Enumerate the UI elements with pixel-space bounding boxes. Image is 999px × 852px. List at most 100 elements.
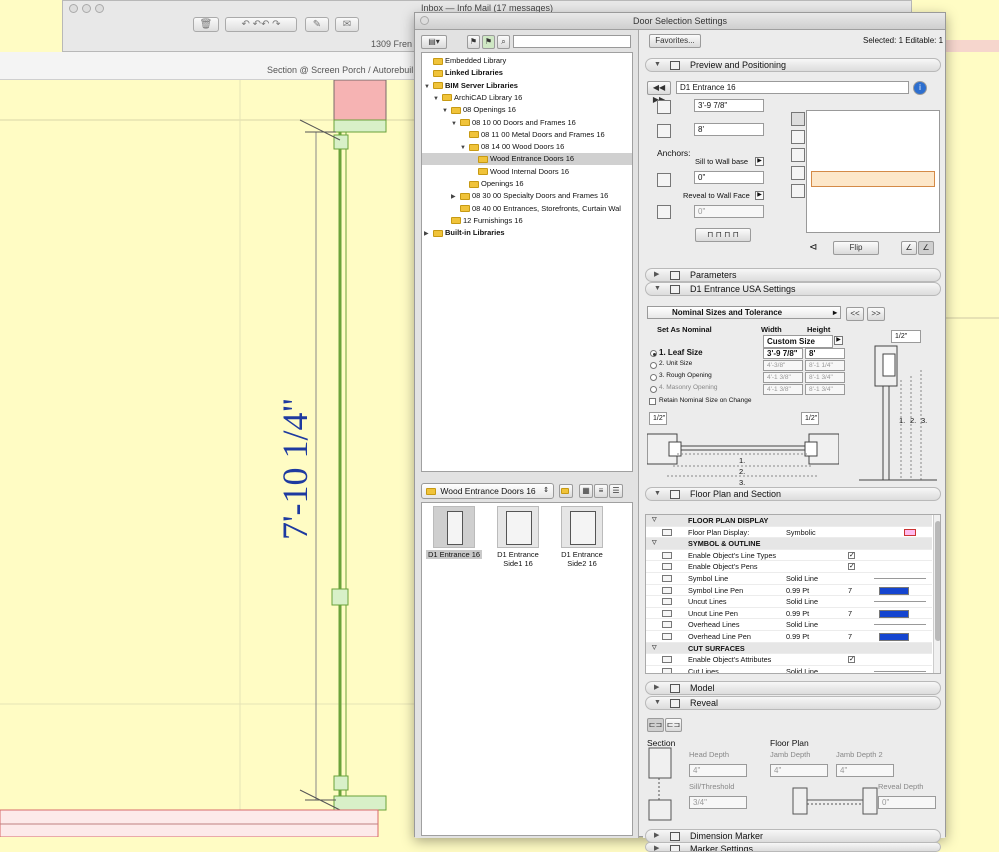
nominal-width-field[interactable]: 3'-9 7/8" — [763, 348, 803, 359]
model-panel-header[interactable]: ▶ Model — [645, 681, 941, 695]
library-search-input[interactable] — [513, 35, 631, 48]
jamb-depth2-field[interactable]: 4" — [836, 764, 894, 777]
info-button[interactable]: i — [913, 81, 927, 95]
prev-next-object-button[interactable]: ◀◀ ▶▶ — [647, 81, 671, 104]
pen-color-swatch[interactable] — [879, 633, 909, 641]
reveal-panel-header[interactable]: ▼ Reveal — [645, 696, 941, 710]
nominal-width-field[interactable]: 4'-3/8" — [763, 360, 803, 371]
setting-checkbox[interactable]: ✓ — [848, 551, 855, 559]
head-depth-field[interactable]: 4" — [689, 764, 747, 777]
nominal-width-field[interactable]: 4'-1 3/8" — [763, 384, 803, 395]
tree-item[interactable]: ▶ 08 30 00 Specialty Doors and Frames 16 — [422, 190, 632, 202]
custom-size-menu[interactable]: ▶ — [834, 336, 843, 345]
preview-mode-info-icon[interactable] — [791, 184, 805, 198]
nominal-option-radio[interactable] — [650, 386, 657, 393]
nominal-width-field[interactable]: 4'-1 3/8" — [763, 372, 803, 383]
view-mode-button[interactable]: ▤▾ — [421, 35, 447, 49]
settings-group-header[interactable]: ▽ SYMBOL & OUTLINE — [646, 538, 932, 550]
settings-row[interactable]: Floor Plan Display: Symbolic — [646, 527, 932, 539]
nominal-option-radio[interactable] — [650, 374, 657, 381]
tree-item[interactable]: Openings 16 — [422, 178, 632, 190]
settings-group-header[interactable]: ▽ CUT SURFACES — [646, 642, 932, 655]
preview-panel-header[interactable]: ▼ Preview and Positioning — [645, 58, 941, 72]
scroll-thumb[interactable] — [935, 521, 940, 641]
reply-forward-buttons[interactable]: ↶ ↶↶ ↷ — [225, 17, 297, 32]
settings-row[interactable]: Enable Object's Line Types ✓ — [646, 550, 932, 562]
collapse-arrow-icon[interactable]: ▽ — [652, 515, 657, 527]
grid-view-button[interactable]: ▦ — [579, 484, 593, 498]
tree-item[interactable]: 12 Furnishings 16 — [422, 215, 632, 227]
favorites-button[interactable]: Favorites... — [649, 34, 701, 48]
reveal-anchor-menu[interactable]: ▶ — [755, 191, 764, 200]
pen-number[interactable]: 7 — [848, 608, 852, 620]
floor-plan-section-panel-header[interactable]: ▼ Floor Plan and Section — [645, 487, 941, 501]
disclosure-arrow-icon[interactable]: ▼ — [442, 105, 451, 117]
new-folder-button[interactable] — [559, 484, 573, 498]
prev-page-button[interactable]: << — [846, 307, 864, 321]
settings-row[interactable]: Symbol Line Pen 0.99 Pt 7 — [646, 585, 932, 597]
display-mode-icon[interactable] — [904, 528, 916, 536]
nominal-height-field[interactable]: 8' — [805, 348, 845, 359]
reveal-type-b-button[interactable]: ⊏⊐ — [665, 718, 682, 732]
tree-item[interactable]: Linked Libraries — [422, 67, 632, 79]
sill-anchor-menu[interactable]: ▶ — [755, 157, 764, 166]
preview-mode-3d-icon[interactable] — [791, 112, 805, 126]
disclosure-arrow-icon[interactable]: ▼ — [424, 81, 433, 93]
jamb-depth-field[interactable]: 4" — [770, 764, 828, 777]
collapse-arrow-icon[interactable]: ▽ — [652, 643, 657, 655]
settings-row[interactable]: Symbol Line Solid Line — [646, 573, 932, 585]
nominal-option-radio[interactable] — [650, 362, 657, 369]
detail-view-button[interactable]: ☰ — [609, 484, 623, 498]
pen-number[interactable]: 7 — [848, 585, 852, 597]
setting-value[interactable]: Solid Line — [786, 666, 818, 673]
next-page-button[interactable]: >> — [867, 307, 885, 321]
tree-item[interactable]: 08 40 00 Entrances, Storefronts, Curtain… — [422, 203, 632, 215]
tree-item[interactable]: ▶ Built-in Libraries — [422, 227, 632, 239]
tree-item[interactable]: ▼ 08 Openings 16 — [422, 104, 632, 116]
opening-side-b-button[interactable]: ∠ — [918, 241, 934, 255]
object-preview[interactable] — [806, 110, 940, 233]
setting-value[interactable]: Solid Line — [786, 573, 818, 585]
custom-size-select[interactable]: Custom Size — [763, 335, 833, 348]
disclosure-arrow-icon[interactable]: ▶ — [451, 191, 460, 203]
dialog-titlebar[interactable]: Door Selection Settings — [415, 13, 945, 30]
dimension-marker-panel-header[interactable]: ▶ Dimension Marker — [645, 829, 941, 843]
setting-value[interactable]: 0.99 Pt — [786, 585, 809, 597]
sill-threshold-field[interactable]: 3/4" — [689, 796, 747, 809]
settings-row[interactable]: Overhead Lines Solid Line — [646, 619, 932, 631]
tree-item[interactable]: Embedded Library — [422, 55, 632, 67]
disclosure-arrow-icon[interactable]: ▶ — [424, 228, 433, 240]
settings-page-select[interactable]: Nominal Sizes and Tolerance ▸ — [647, 306, 841, 319]
mail-button[interactable]: ✉ — [335, 17, 359, 32]
retain-nominal-checkbox[interactable] — [649, 398, 656, 405]
flip-button[interactable]: Flip — [833, 241, 879, 255]
nominal-option-radio[interactable] — [650, 350, 657, 357]
preview-mode-section-icon[interactable] — [791, 148, 805, 162]
width-field[interactable]: 3'-9 7/8" — [694, 99, 764, 112]
object-thumbnail[interactable]: D1 Entrance Side2 16 — [554, 506, 610, 568]
marker-settings-panel-header[interactable]: ▶ Marker Settings — [645, 842, 941, 852]
library-tree[interactable]: Embedded Library Linked Libraries ▼ BIM Ser… — [421, 52, 633, 472]
settings-row[interactable]: Enable Object's Attributes ✓ — [646, 654, 932, 666]
tree-item[interactable]: Wood Entrance Doors 16 — [422, 153, 632, 166]
tree-item[interactable]: ▼ ArchiCAD Library 16 — [422, 92, 632, 104]
settings-group-header[interactable]: ▽ FLOOR PLAN DISPLAY — [646, 515, 932, 527]
tree-item[interactable]: ▼ 08 14 00 Wood Doors 16 — [422, 141, 632, 153]
folder-select[interactable]: Wood Entrance Doors 16 ⇕ — [421, 483, 554, 499]
nominal-height-field[interactable]: 8'-1 3/4" — [805, 372, 845, 383]
door-selection-dialog[interactable]: Door Selection Settings ▤▾ ⚑ ⚑ ⌕ Embedde… — [414, 12, 946, 852]
disclosure-arrow-icon[interactable]: ▼ — [460, 142, 469, 154]
parameters-panel-header[interactable]: ▶ Parameters — [645, 268, 941, 282]
folder-view-button[interactable]: ⚑ — [467, 35, 480, 49]
opening-side-a-button[interactable]: ∠ — [901, 241, 917, 255]
tree-item[interactable]: ▼ BIM Server Libraries — [422, 80, 632, 92]
object-name-field[interactable]: D1 Entrance 16 — [676, 81, 909, 94]
nominal-height-field[interactable]: 8'-1 1/4" — [805, 360, 845, 371]
pen-color-swatch[interactable] — [879, 586, 909, 595]
setting-value[interactable]: Solid Line — [786, 619, 818, 631]
search-button[interactable]: ⌕ — [497, 35, 510, 49]
setting-value[interactable]: 0.99 Pt — [786, 631, 809, 643]
reveal-field[interactable]: 0" — [694, 205, 764, 218]
preview-mode-elevation-icon[interactable] — [791, 166, 805, 180]
pen-color-swatch[interactable] — [879, 609, 909, 618]
